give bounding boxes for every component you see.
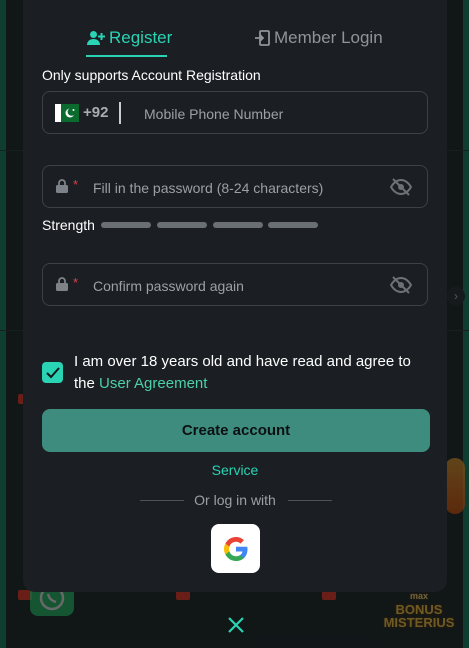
strength-segment [268,222,318,228]
divider-right [288,500,332,501]
agreement-text: I am over 18 years old and have read and… [74,353,411,392]
tab-member-login[interactable]: Member Login [254,27,383,49]
tab-register[interactable]: Register [87,27,172,49]
active-tab-indicator [86,55,167,57]
checkmark-icon [45,366,60,378]
service-link[interactable]: Service [23,462,447,478]
registration-hint: Only supports Account Registration [42,67,261,83]
close-icon[interactable] [226,615,246,635]
password-input[interactable] [91,177,385,199]
agreement-checkbox[interactable] [42,362,63,383]
create-account-button[interactable]: Create account [42,409,430,452]
strength-segment [101,222,151,228]
lock-icon [56,277,68,291]
google-login-button[interactable] [211,524,260,573]
strength-segment [213,222,263,228]
person-add-icon [87,31,105,45]
tab-register-label: Register [109,28,173,47]
or-login-with-label: Or log in with [194,492,276,508]
tab-login-label: Member Login [274,28,383,47]
confirm-password-field[interactable]: * [42,263,428,306]
required-mark: * [73,177,79,192]
register-modal: Register Member Login Only supports Acco… [23,0,447,592]
pakistan-flag-icon[interactable] [55,104,79,122]
lock-icon [56,179,68,193]
country-code-divider [119,102,121,124]
password-field[interactable]: * [42,165,428,208]
phone-input[interactable] [142,103,416,125]
required-mark: * [73,275,79,290]
country-code[interactable]: +92 [83,104,108,121]
google-icon [223,536,247,561]
eye-off-icon[interactable] [390,177,412,197]
password-strength-label: Strength [42,217,95,233]
confirm-password-input[interactable] [91,275,385,297]
phone-field[interactable]: +92 [42,91,428,134]
strength-segment [157,222,207,228]
login-door-icon [255,30,270,46]
eye-off-icon[interactable] [390,275,412,295]
auth-tabs: Register Member Login [23,0,447,60]
user-agreement-link[interactable]: User Agreement [99,375,207,392]
